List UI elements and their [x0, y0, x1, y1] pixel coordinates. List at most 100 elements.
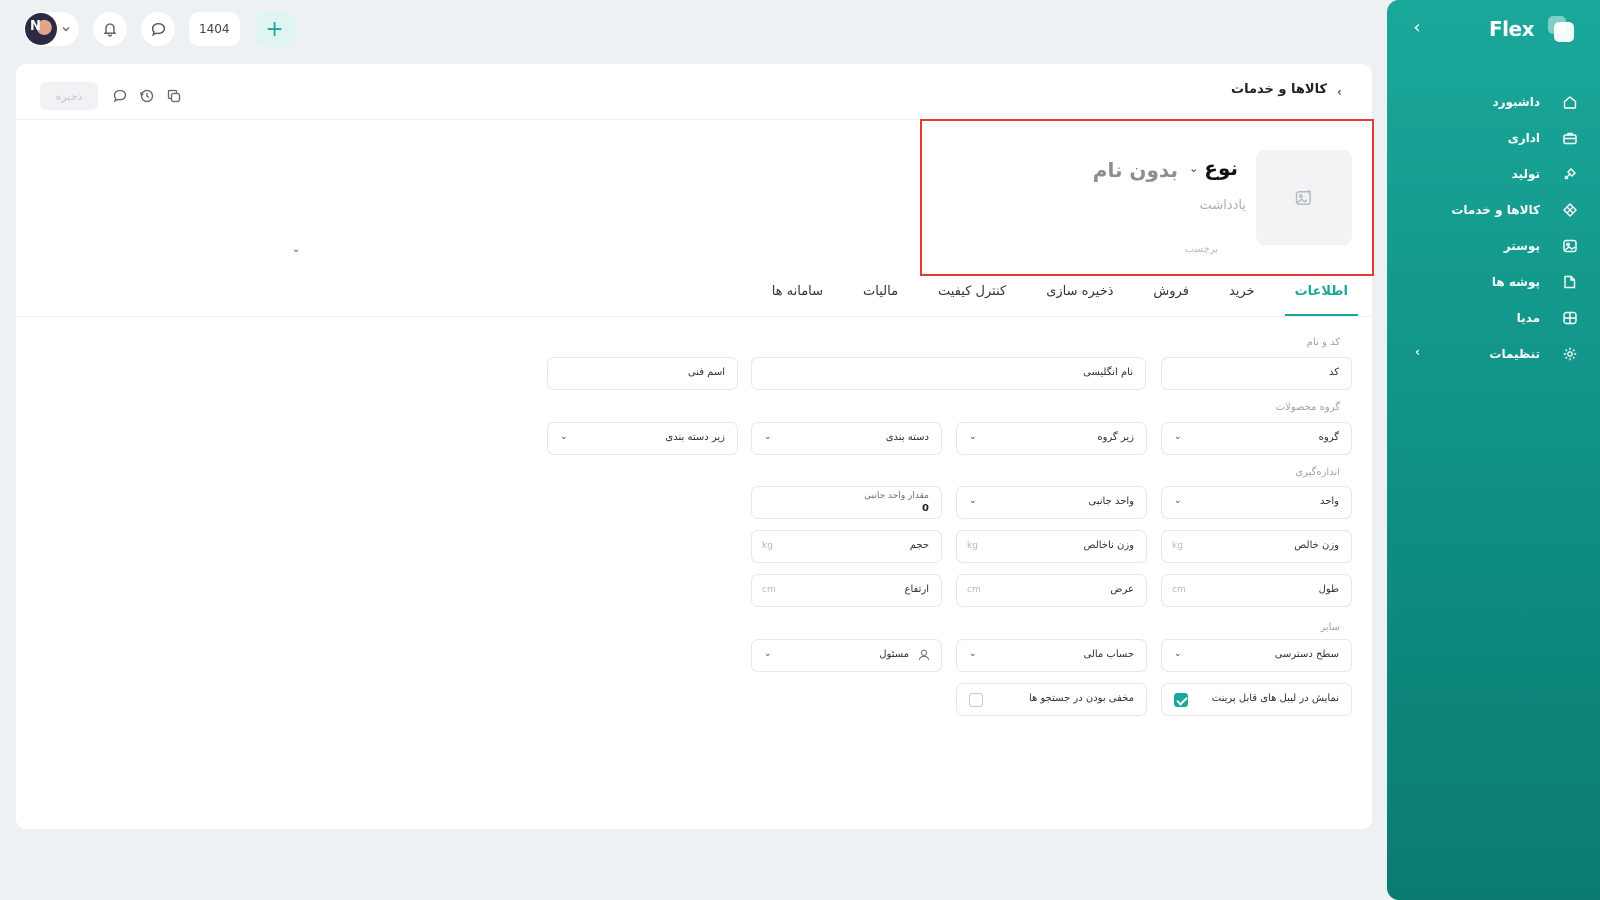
responsible-select[interactable]: مسئول ⌄ — [751, 639, 942, 672]
show-in-labels-option[interactable]: نمایش در لیبل های قابل پرینت — [1161, 683, 1352, 716]
field-label: مقدار واحد جانبی — [864, 491, 929, 501]
user-menu[interactable] — [24, 12, 79, 46]
fiscal-year-button[interactable]: 1404 — [189, 12, 240, 46]
home-icon — [1563, 96, 1577, 109]
field-label: نمایش در لیبل های قابل پرینت — [1211, 693, 1339, 704]
sidebar-item-office[interactable]: اداری — [1387, 120, 1600, 156]
tab-info[interactable]: اطلاعات — [1284, 276, 1358, 316]
chevron-down-icon: ⌄ — [1189, 161, 1199, 175]
chat-button[interactable] — [141, 12, 175, 46]
hidden-in-search-checkbox[interactable] — [969, 693, 983, 707]
group-select[interactable]: گروه ⌄ — [1161, 422, 1352, 455]
chevron-left-icon: ‹ — [1415, 345, 1420, 359]
chat-icon — [113, 89, 127, 103]
sidebar-item-goods-services[interactable]: کالاها و خدمات — [1387, 192, 1600, 228]
field-label: نام انگلیسی — [1083, 367, 1133, 378]
tab-storage[interactable]: ذخیره سازی — [1036, 276, 1123, 316]
category-select[interactable]: دسته بندی ⌄ — [751, 422, 942, 455]
access-level-select[interactable]: سطح دسترسی ⌄ — [1161, 639, 1352, 672]
collapse-sidebar-button[interactable]: ‹ — [1407, 18, 1427, 38]
code-field[interactable]: کد — [1161, 357, 1352, 390]
section-label-product-group: گروه محصولات — [1275, 402, 1340, 413]
net-weight-field[interactable]: وزن خالص kg — [1161, 530, 1352, 563]
sidebar-item-label: تنظیمات — [1489, 347, 1540, 361]
tab-purchase[interactable]: خرید — [1219, 276, 1265, 316]
page-title: کالاها و خدمات — [1231, 81, 1328, 97]
breadcrumb: کالاها و خدمات ‹ — [1231, 79, 1342, 100]
sidebar: ‹ Flex داشبورد اداری تولید کالاها و خدما… — [1387, 0, 1600, 900]
tag-field[interactable]: برچسب — [1185, 244, 1218, 255]
bell-icon — [103, 23, 117, 37]
section-label-measurement: اندازه‌گیری — [1295, 467, 1340, 478]
tab-quality-control[interactable]: کنترل کیفیت — [928, 276, 1016, 316]
secondary-unit-amount-field[interactable]: مقدار واحد جانبی 0 — [751, 486, 942, 519]
english-name-field[interactable]: نام انگلیسی — [751, 357, 1146, 390]
sidebar-item-label: کالاها و خدمات — [1451, 203, 1540, 217]
sidebar-item-poster[interactable]: پوستر — [1387, 228, 1600, 264]
type-select[interactable]: ⌄ نوع — [1189, 156, 1238, 180]
plus-icon: + — [265, 16, 284, 42]
duplicate-button[interactable] — [166, 88, 182, 104]
show-in-labels-checkbox[interactable] — [1174, 693, 1188, 707]
card-header: ذخیره کالاها و خدمات ‹ — [16, 64, 1372, 120]
add-button[interactable]: + — [253, 12, 296, 46]
notifications-button[interactable] — [93, 12, 127, 46]
field-label: واحد جانبی — [1088, 496, 1134, 507]
back-chevron-icon[interactable]: ‹ — [1337, 85, 1342, 99]
tab-sales[interactable]: فروش — [1143, 276, 1199, 316]
sidebar-item-label: تولید — [1511, 167, 1540, 181]
subcategory-select[interactable]: زیر دسته بندی ⌄ — [547, 422, 738, 455]
field-label: گروه — [1318, 432, 1339, 443]
secondary-unit-select[interactable]: واحد جانبی ⌄ — [956, 486, 1147, 519]
chevron-down-icon[interactable]: ⌄ — [292, 244, 300, 255]
tab-tax[interactable]: مالیات — [853, 276, 908, 316]
briefcase-icon — [1563, 132, 1577, 145]
field-label: عرض — [1110, 584, 1134, 595]
unit-label: kg — [762, 541, 773, 551]
history-button[interactable] — [139, 88, 155, 104]
sidebar-item-production[interactable]: تولید — [1387, 156, 1600, 192]
tab-systems[interactable]: سامانه ها — [762, 276, 833, 316]
unit-label: kg — [1172, 541, 1183, 551]
unit-select[interactable]: واحد ⌄ — [1161, 486, 1352, 519]
image-add-icon — [1295, 189, 1311, 205]
subgroup-select[interactable]: زیر گروه ⌄ — [956, 422, 1147, 455]
gross-weight-field[interactable]: وزن ناخالص kg — [956, 530, 1147, 563]
field-label: سطح دسترسی — [1274, 649, 1339, 660]
sidebar-item-label: داشبورد — [1492, 95, 1540, 109]
field-label: مسئول — [879, 649, 909, 660]
volume-field[interactable]: حجم kg — [751, 530, 942, 563]
gear-icon — [1563, 347, 1577, 361]
chevron-down-icon: ⌄ — [969, 496, 977, 506]
width-field[interactable]: عرض cm — [956, 574, 1147, 607]
history-icon — [140, 89, 154, 103]
section-label-code-name: کد و نام — [1306, 337, 1340, 348]
height-field[interactable]: ارتفاع cm — [751, 574, 942, 607]
field-label: زیر دسته بندی — [665, 432, 725, 443]
field-label: حساب مالی — [1083, 649, 1134, 660]
technical-name-field[interactable]: اسم فنی — [547, 357, 738, 390]
length-field[interactable]: طول cm — [1161, 574, 1352, 607]
hidden-in-search-option[interactable]: مخفی بودن در جستجو ها — [956, 683, 1147, 716]
sidebar-item-settings[interactable]: ‹ تنظیمات — [1387, 336, 1600, 372]
comments-button[interactable] — [112, 88, 128, 104]
product-image-upload[interactable] — [1256, 150, 1352, 245]
field-label: حجم — [909, 540, 929, 551]
financial-account-select[interactable]: حساب مالی ⌄ — [956, 639, 1147, 672]
product-name-input[interactable] — [1026, 154, 1178, 186]
field-label: وزن خالص — [1294, 540, 1339, 551]
note-input[interactable] — [1046, 194, 1246, 216]
save-button[interactable]: ذخیره — [40, 82, 98, 110]
sidebar-item-dashboard[interactable]: داشبورد — [1387, 84, 1600, 120]
user-icon — [918, 649, 930, 661]
chevron-down-icon: ⌄ — [969, 649, 977, 659]
sidebar-item-media[interactable]: مدیا — [1387, 300, 1600, 336]
chevron-down-icon: ⌄ — [764, 649, 772, 659]
avatar — [25, 13, 57, 45]
field-label: زیر گروه — [1097, 432, 1134, 443]
sidebar-item-folders[interactable]: پوشه ها — [1387, 264, 1600, 300]
tools-icon — [1564, 168, 1576, 180]
top-bar: 1404 + — [24, 12, 296, 46]
type-label: نوع — [1204, 156, 1238, 180]
field-label: کد — [1328, 367, 1339, 378]
